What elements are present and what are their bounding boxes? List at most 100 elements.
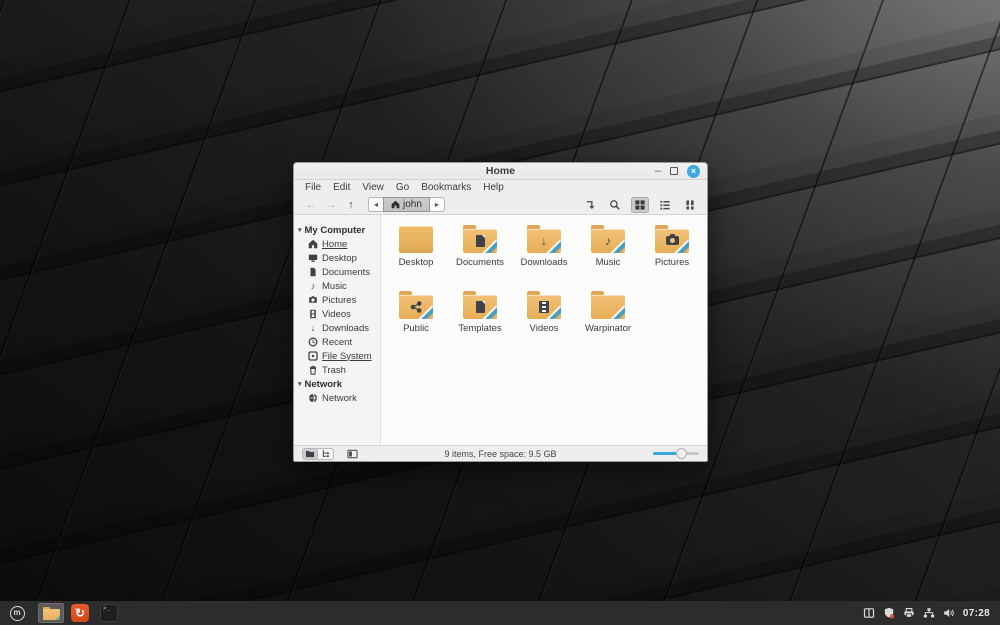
music-note-icon: ♪ bbox=[310, 281, 316, 291]
sidebar-item-documents[interactable]: Documents bbox=[294, 265, 380, 279]
breadcrumb-current[interactable]: john bbox=[383, 197, 430, 212]
emblem-document-icon bbox=[475, 300, 485, 313]
sidebar-item-music[interactable]: ♪ Music bbox=[294, 279, 380, 293]
taskbar: m ↻ >_ 07:28 bbox=[0, 601, 1000, 625]
menu-file[interactable]: File bbox=[299, 182, 327, 193]
clock-icon bbox=[308, 337, 318, 347]
file-manager-icon bbox=[42, 606, 60, 620]
monitor-icon bbox=[308, 254, 318, 262]
folder-music[interactable]: ♪ Music bbox=[576, 223, 640, 289]
folder-stripe bbox=[609, 306, 625, 319]
minimize-button[interactable]: – bbox=[655, 166, 661, 177]
sidebar: ▾ My Computer Home Desktop Documents ♪ M… bbox=[294, 215, 381, 445]
window-title: Home bbox=[485, 165, 516, 177]
menu-go[interactable]: Go bbox=[390, 182, 415, 193]
disk-icon bbox=[308, 351, 318, 361]
sidebar-item-pictures[interactable]: Pictures bbox=[294, 293, 380, 307]
folder-public[interactable]: Public bbox=[384, 289, 448, 355]
zoom-slider[interactable] bbox=[653, 448, 699, 459]
menu-edit[interactable]: Edit bbox=[327, 182, 356, 193]
taskbar-window-files[interactable] bbox=[38, 603, 64, 623]
collapse-triangle-icon[interactable]: ▾ bbox=[298, 226, 302, 234]
sidebar-item-file-system[interactable]: File System bbox=[294, 349, 380, 363]
trash-icon bbox=[309, 365, 317, 375]
printer-icon[interactable] bbox=[903, 607, 915, 619]
emblem-music-icon: ♪ bbox=[605, 233, 611, 248]
globe-icon bbox=[309, 393, 317, 403]
input-method-icon[interactable] bbox=[863, 607, 875, 619]
system-tray: 07:28 bbox=[863, 607, 996, 619]
toggle-location-entry-icon[interactable] bbox=[581, 197, 599, 213]
network-icon[interactable] bbox=[923, 607, 935, 619]
folder-warpinator[interactable]: Warpinator bbox=[576, 289, 640, 355]
breadcrumb-label: john bbox=[403, 199, 422, 210]
sidebar-item-desktop[interactable]: Desktop bbox=[294, 251, 380, 265]
maximize-button[interactable] bbox=[670, 167, 678, 175]
update-shield-icon[interactable] bbox=[883, 607, 895, 619]
volume-icon[interactable] bbox=[943, 607, 955, 619]
emblem-camera-icon bbox=[665, 234, 679, 245]
taskbar-app-terminal[interactable]: >_ bbox=[96, 603, 122, 623]
back-icon[interactable]: ← bbox=[302, 199, 320, 211]
folder-icon bbox=[463, 225, 497, 253]
collapse-triangle-icon[interactable]: ▾ bbox=[298, 380, 302, 388]
download-arrow-icon: ↓ bbox=[310, 323, 316, 333]
breadcrumb: ◂ john ▸ bbox=[368, 197, 445, 212]
menu-help[interactable]: Help bbox=[477, 182, 510, 193]
menu-button[interactable]: m bbox=[4, 601, 30, 625]
emblem-share-icon bbox=[410, 300, 422, 313]
document-icon bbox=[310, 267, 316, 277]
sidebar-item-recent[interactable]: Recent bbox=[294, 335, 380, 349]
sidebar-item-videos[interactable]: Videos bbox=[294, 307, 380, 321]
menu-view[interactable]: View bbox=[356, 182, 390, 193]
sidebar-item-network[interactable]: Network bbox=[294, 391, 380, 405]
icon-view-button[interactable] bbox=[631, 196, 649, 213]
desktop-background: Home – × File Edit View Go Bookmarks Hel… bbox=[0, 0, 1000, 625]
clock[interactable]: 07:28 bbox=[963, 608, 990, 619]
sidebar-item-home[interactable]: Home bbox=[294, 237, 380, 251]
breadcrumb-left-icon[interactable]: ◂ bbox=[368, 197, 384, 212]
folder-icon bbox=[399, 225, 433, 253]
emblem-download-icon: ↓ bbox=[541, 233, 547, 248]
camera-icon bbox=[309, 296, 317, 303]
close-button[interactable]: × bbox=[687, 164, 700, 178]
folder-icon bbox=[591, 291, 625, 319]
folder-icon bbox=[655, 225, 689, 253]
orange-app-icon: ↻ bbox=[71, 604, 89, 622]
menu-bookmarks[interactable]: Bookmarks bbox=[415, 182, 477, 193]
forward-icon[interactable]: → bbox=[322, 199, 340, 211]
sidebar-section-network[interactable]: ▾ Network bbox=[294, 377, 380, 391]
folder-icon bbox=[463, 291, 497, 319]
mint-logo-icon: m bbox=[9, 605, 25, 621]
search-icon[interactable] bbox=[606, 197, 624, 213]
folder-templates[interactable]: Templates bbox=[448, 289, 512, 355]
window-controls: – × bbox=[655, 164, 707, 178]
menubar: File Edit View Go Bookmarks Help bbox=[294, 180, 707, 195]
folder-documents[interactable]: Documents bbox=[448, 223, 512, 289]
file-manager-window: Home – × File Edit View Go Bookmarks Hel… bbox=[293, 162, 708, 462]
slider-handle[interactable] bbox=[676, 448, 687, 459]
titlebar[interactable]: Home – × bbox=[294, 163, 707, 180]
terminal-icon: >_ bbox=[100, 604, 118, 622]
sidebar-section-my-computer[interactable]: ▾ My Computer bbox=[294, 223, 380, 237]
toolbar: ← → ↑ ◂ john ▸ bbox=[294, 195, 707, 215]
folder-videos[interactable]: Videos bbox=[512, 289, 576, 355]
folder-downloads[interactable]: ↓ Downloads bbox=[512, 223, 576, 289]
compact-view-button[interactable] bbox=[681, 197, 699, 213]
home-icon bbox=[391, 200, 400, 209]
folder-icon: ♪ bbox=[591, 225, 625, 253]
film-icon bbox=[310, 309, 316, 319]
folder-pictures[interactable]: Pictures bbox=[640, 223, 704, 289]
folder-icon: ↓ bbox=[527, 225, 561, 253]
toolbar-right bbox=[581, 196, 699, 213]
emblem-document-icon bbox=[475, 234, 485, 247]
sidebar-item-trash[interactable]: Trash bbox=[294, 363, 380, 377]
breadcrumb-right-icon[interactable]: ▸ bbox=[429, 197, 445, 212]
folder-desktop[interactable]: Desktop bbox=[384, 223, 448, 289]
up-icon[interactable]: ↑ bbox=[342, 199, 360, 211]
status-text: 9 items, Free space: 9.5 GB bbox=[444, 448, 557, 459]
sidebar-item-downloads[interactable]: ↓ Downloads bbox=[294, 321, 380, 335]
taskbar-app-orange[interactable]: ↻ bbox=[67, 603, 93, 623]
list-view-button[interactable] bbox=[656, 197, 674, 213]
slider-fill bbox=[653, 452, 679, 455]
